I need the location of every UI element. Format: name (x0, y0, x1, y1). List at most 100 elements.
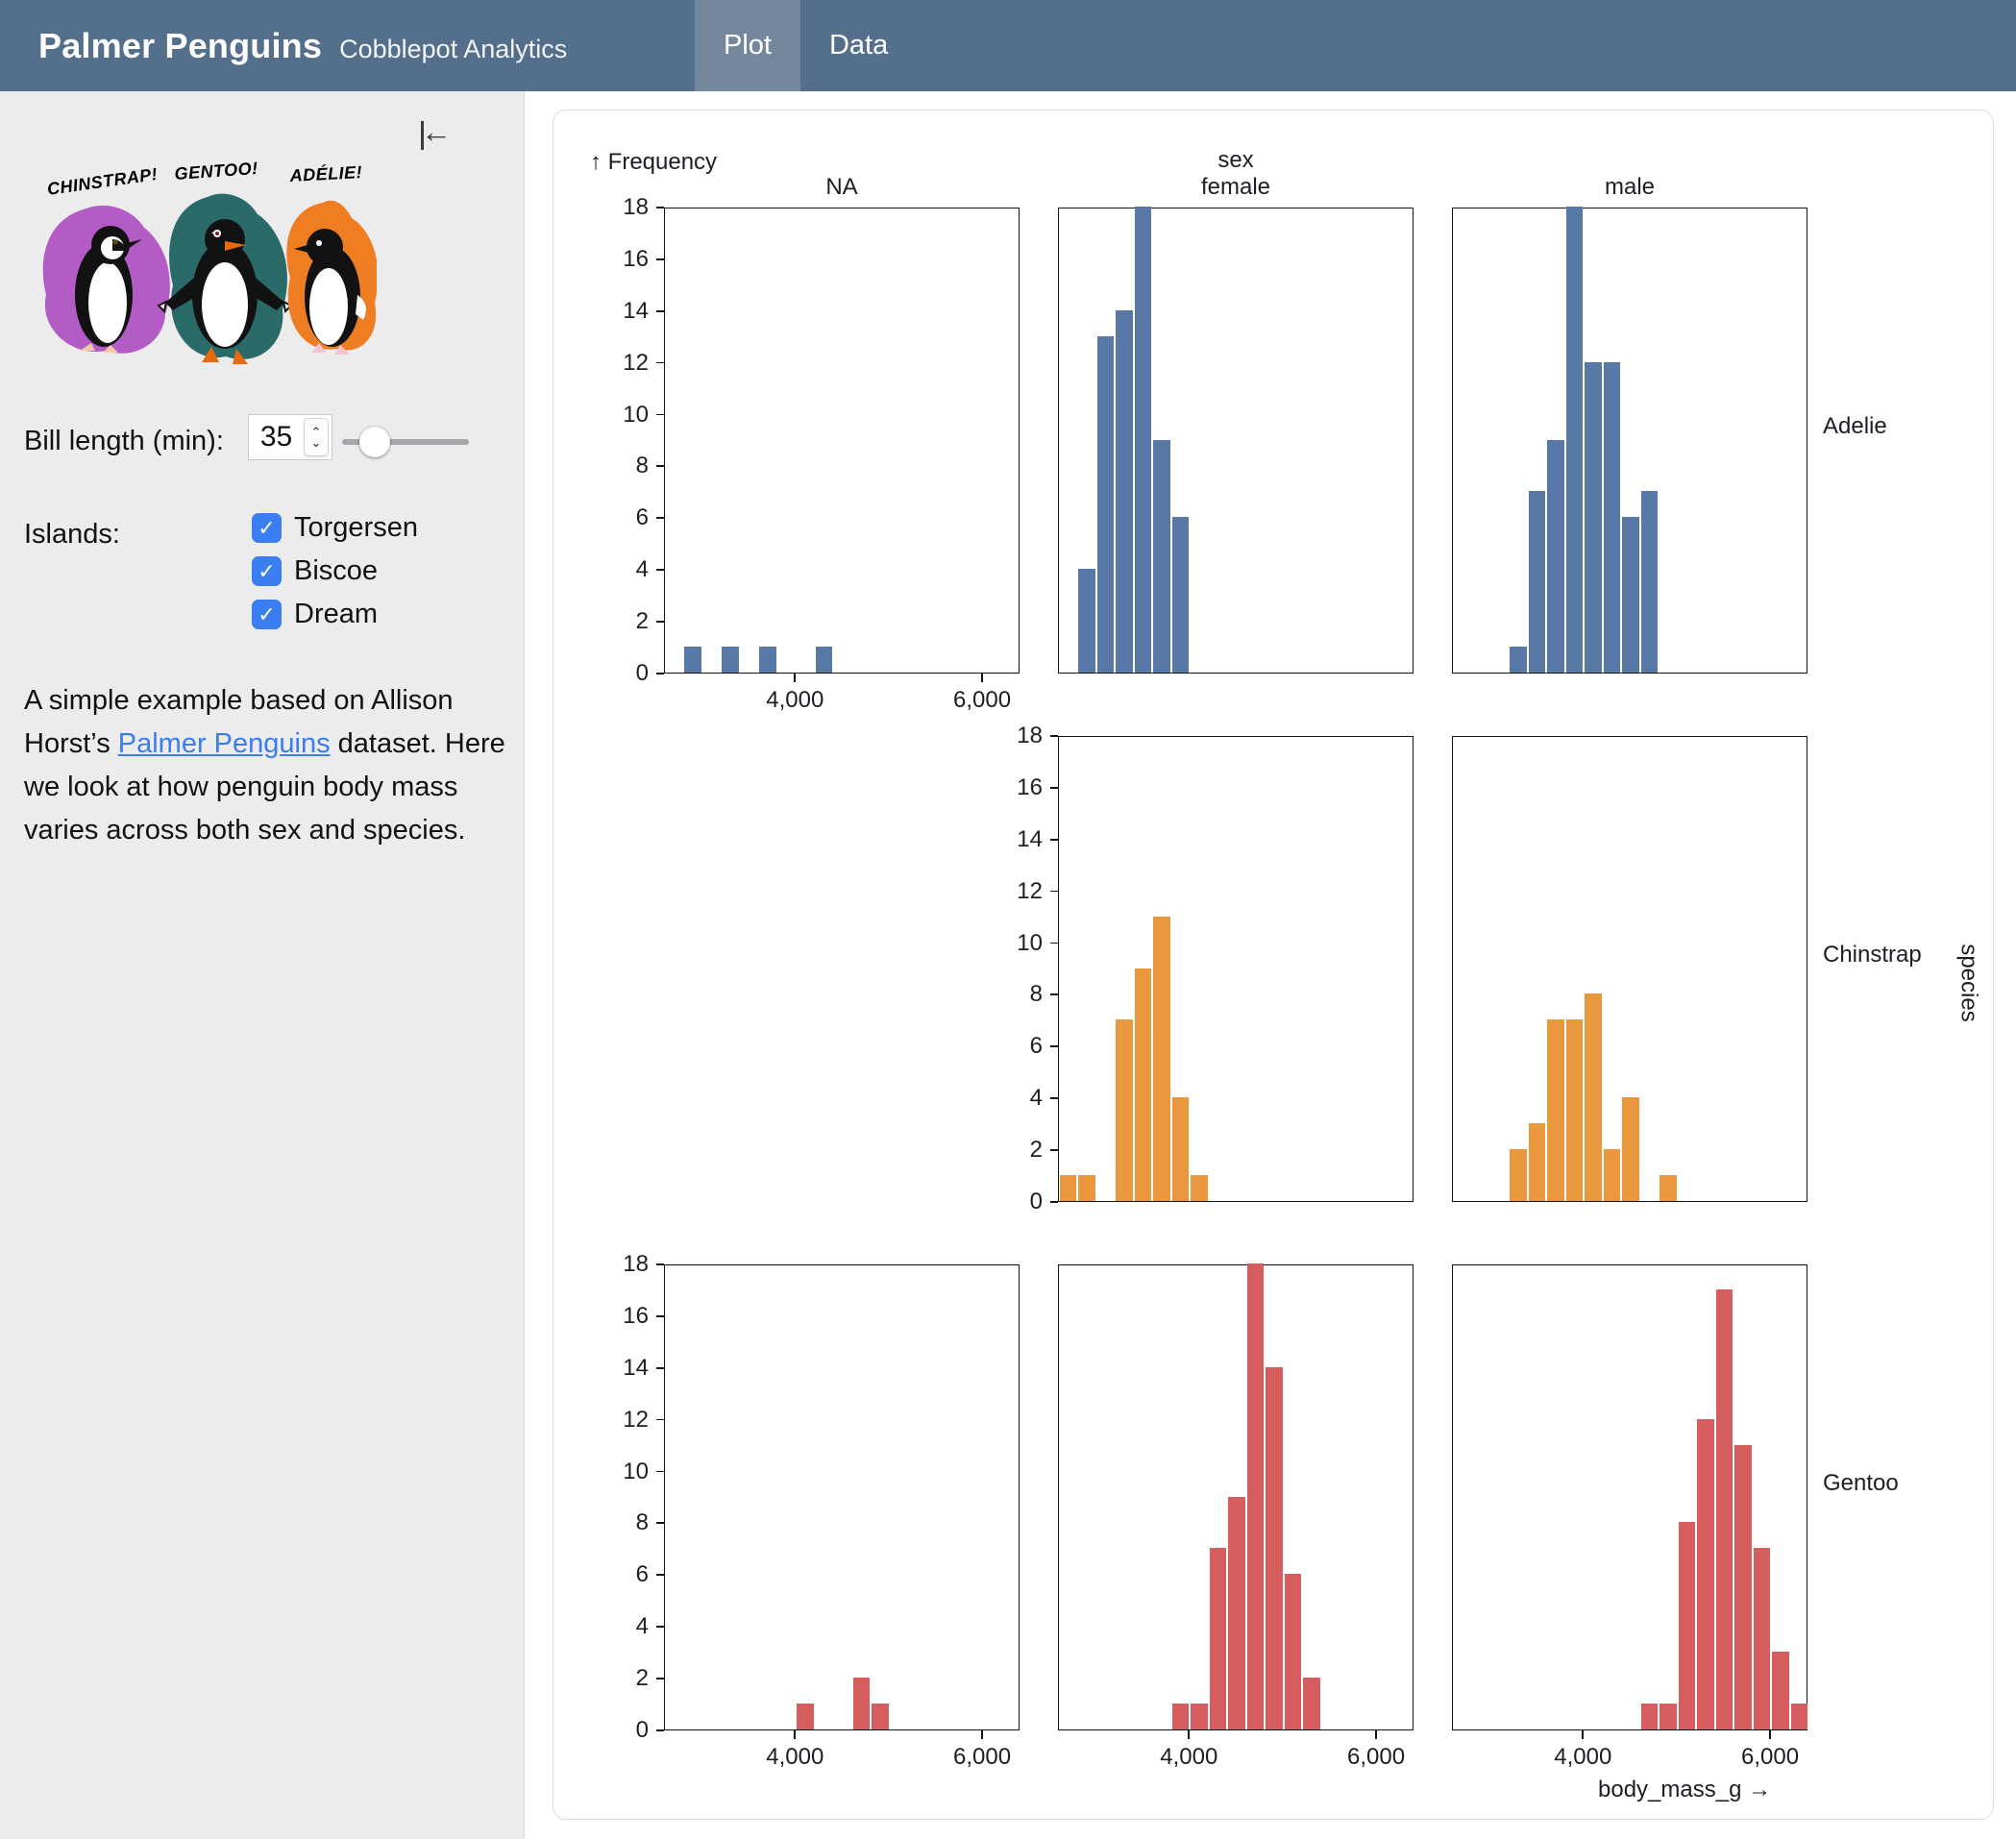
brand: Palmer Penguins Cobblepot Analytics (0, 26, 567, 66)
y-tick-label: 10 (998, 930, 1043, 957)
histogram-bar (1228, 1497, 1244, 1730)
histogram-bar (1116, 310, 1132, 673)
histogram-bar (1754, 1548, 1770, 1729)
x-tick-label: 4,000 (766, 687, 824, 714)
islands-label: Islands: (24, 519, 120, 551)
histogram-bar (759, 647, 775, 673)
y-tick-label: 16 (604, 1303, 649, 1330)
y-tick-label: 12 (604, 1407, 649, 1434)
y-tick-mark (656, 673, 664, 674)
bill-length-input[interactable]: 35 ⌃⌄ (248, 414, 332, 460)
y-tick-mark (656, 1626, 664, 1628)
y-tick-mark (656, 1729, 664, 1731)
facet-gentoo-female (1058, 1264, 1414, 1730)
slider-thumb[interactable] (359, 427, 390, 457)
histogram-bar (816, 647, 832, 673)
histogram-bar (1510, 647, 1526, 673)
histogram-bar (1078, 569, 1094, 673)
histogram-bar (1247, 1263, 1264, 1729)
histogram-bar (684, 647, 701, 673)
y-tick-label: 0 (604, 1717, 649, 1744)
nav-tabs: PlotData (695, 0, 917, 91)
histogram-bar (722, 647, 738, 673)
palmer-penguins-link[interactable]: Palmer Penguins (118, 728, 331, 759)
y-tick-mark (656, 1678, 664, 1680)
y-tick-label: 12 (998, 878, 1043, 905)
tab-data[interactable]: Data (800, 0, 917, 91)
y-tick-label: 2 (998, 1137, 1043, 1164)
histogram-bar (1135, 969, 1151, 1202)
facet-adelie-female (1058, 208, 1414, 674)
histogram-bar (1172, 1097, 1189, 1201)
x-tick-mark (794, 674, 796, 682)
y-tick-mark (656, 362, 664, 364)
facet-plot: ↑ Frequency sexNAfemalemaleAdelieChinstr… (553, 110, 1993, 1819)
y-tick-label: 6 (998, 1033, 1043, 1060)
histogram-bar (1566, 1019, 1583, 1201)
y-tick-label: 14 (604, 1355, 649, 1382)
navbar: Palmer Penguins Cobblepot Analytics Plot… (0, 0, 2016, 91)
facet-gentoo-na (664, 1264, 1020, 1730)
y-tick-mark (1050, 735, 1058, 737)
y-tick-label: 18 (604, 1251, 649, 1278)
y-tick-label: 0 (998, 1189, 1043, 1215)
y-tick-mark (656, 569, 664, 571)
y-tick-mark (656, 1471, 664, 1473)
y-tick-mark (656, 621, 664, 623)
histogram-bar (1135, 207, 1151, 673)
fx-axis-label: sex (1217, 147, 1253, 174)
sidebar: ← (0, 91, 525, 1839)
facet-column-title-male: male (1605, 174, 1655, 201)
y-tick-mark (1050, 1201, 1058, 1203)
facet-column-title-female: female (1201, 174, 1270, 201)
y-tick-mark (656, 1315, 664, 1317)
x-tick-mark (1188, 1730, 1190, 1739)
y-tick-mark (656, 1367, 664, 1369)
plot-card: ↑ Frequency sexNAfemalemaleAdelieChinstr… (553, 110, 1994, 1820)
histogram-bar (1791, 1704, 1807, 1729)
chinstrap-art-label: CHINSTRAP! (46, 164, 160, 199)
y-tick-mark (1050, 787, 1058, 789)
histogram-bar (1679, 1522, 1695, 1729)
histogram-bar (1303, 1678, 1319, 1729)
app-title: Palmer Penguins (38, 26, 322, 66)
app-window: Palmer Penguins Cobblepot Analytics Plot… (0, 0, 2016, 1839)
sidebar-collapse-icon[interactable]: ← (421, 114, 452, 150)
histogram-bar (1697, 1419, 1713, 1729)
histogram-bar (1604, 1149, 1620, 1201)
penguin-artwork: CHINSTRAP! GENTOO! ADÉLIE! (19, 151, 377, 386)
histogram-bar (1734, 1445, 1751, 1729)
x-tick-mark (794, 1730, 796, 1739)
stepper-icon[interactable]: ⌃⌄ (304, 418, 329, 456)
y-tick-mark (656, 465, 664, 467)
histogram-bar (1191, 1175, 1207, 1201)
histogram-bar (1529, 1123, 1545, 1201)
histogram-bar (1153, 440, 1169, 674)
checkbox-biscoe[interactable]: ✓ (252, 556, 282, 586)
bill-length-slider[interactable] (342, 439, 469, 445)
histogram-bar (1172, 517, 1189, 673)
histogram-bar (1660, 1175, 1676, 1201)
x-tick-label: 4,000 (766, 1744, 824, 1771)
checkbox-label: Torgersen (294, 512, 418, 544)
y-tick-label: 16 (604, 246, 649, 273)
y-tick-mark (656, 258, 664, 260)
y-tick-mark (656, 1574, 664, 1576)
y-tick-mark (656, 1263, 664, 1265)
y-tick-label: 8 (604, 1509, 649, 1536)
histogram-bar (1585, 362, 1601, 673)
checkbox-torgersen[interactable]: ✓ (252, 513, 282, 543)
y-tick-label: 8 (604, 453, 649, 479)
histogram-bar (872, 1704, 888, 1729)
y-tick-mark (1050, 1045, 1058, 1047)
y-tick-label: 18 (604, 194, 649, 221)
histogram-bar (1285, 1574, 1301, 1729)
checkbox-dream[interactable]: ✓ (252, 600, 282, 629)
histogram-bar (1153, 917, 1169, 1201)
sidebar-description: A simple example based on Allison Horst’… (24, 679, 512, 852)
tab-plot[interactable]: Plot (695, 0, 800, 91)
y-tick-mark (656, 1522, 664, 1524)
y-tick-mark (656, 414, 664, 416)
bill-length-value: 35 (249, 421, 304, 454)
y-tick-mark (1050, 839, 1058, 841)
